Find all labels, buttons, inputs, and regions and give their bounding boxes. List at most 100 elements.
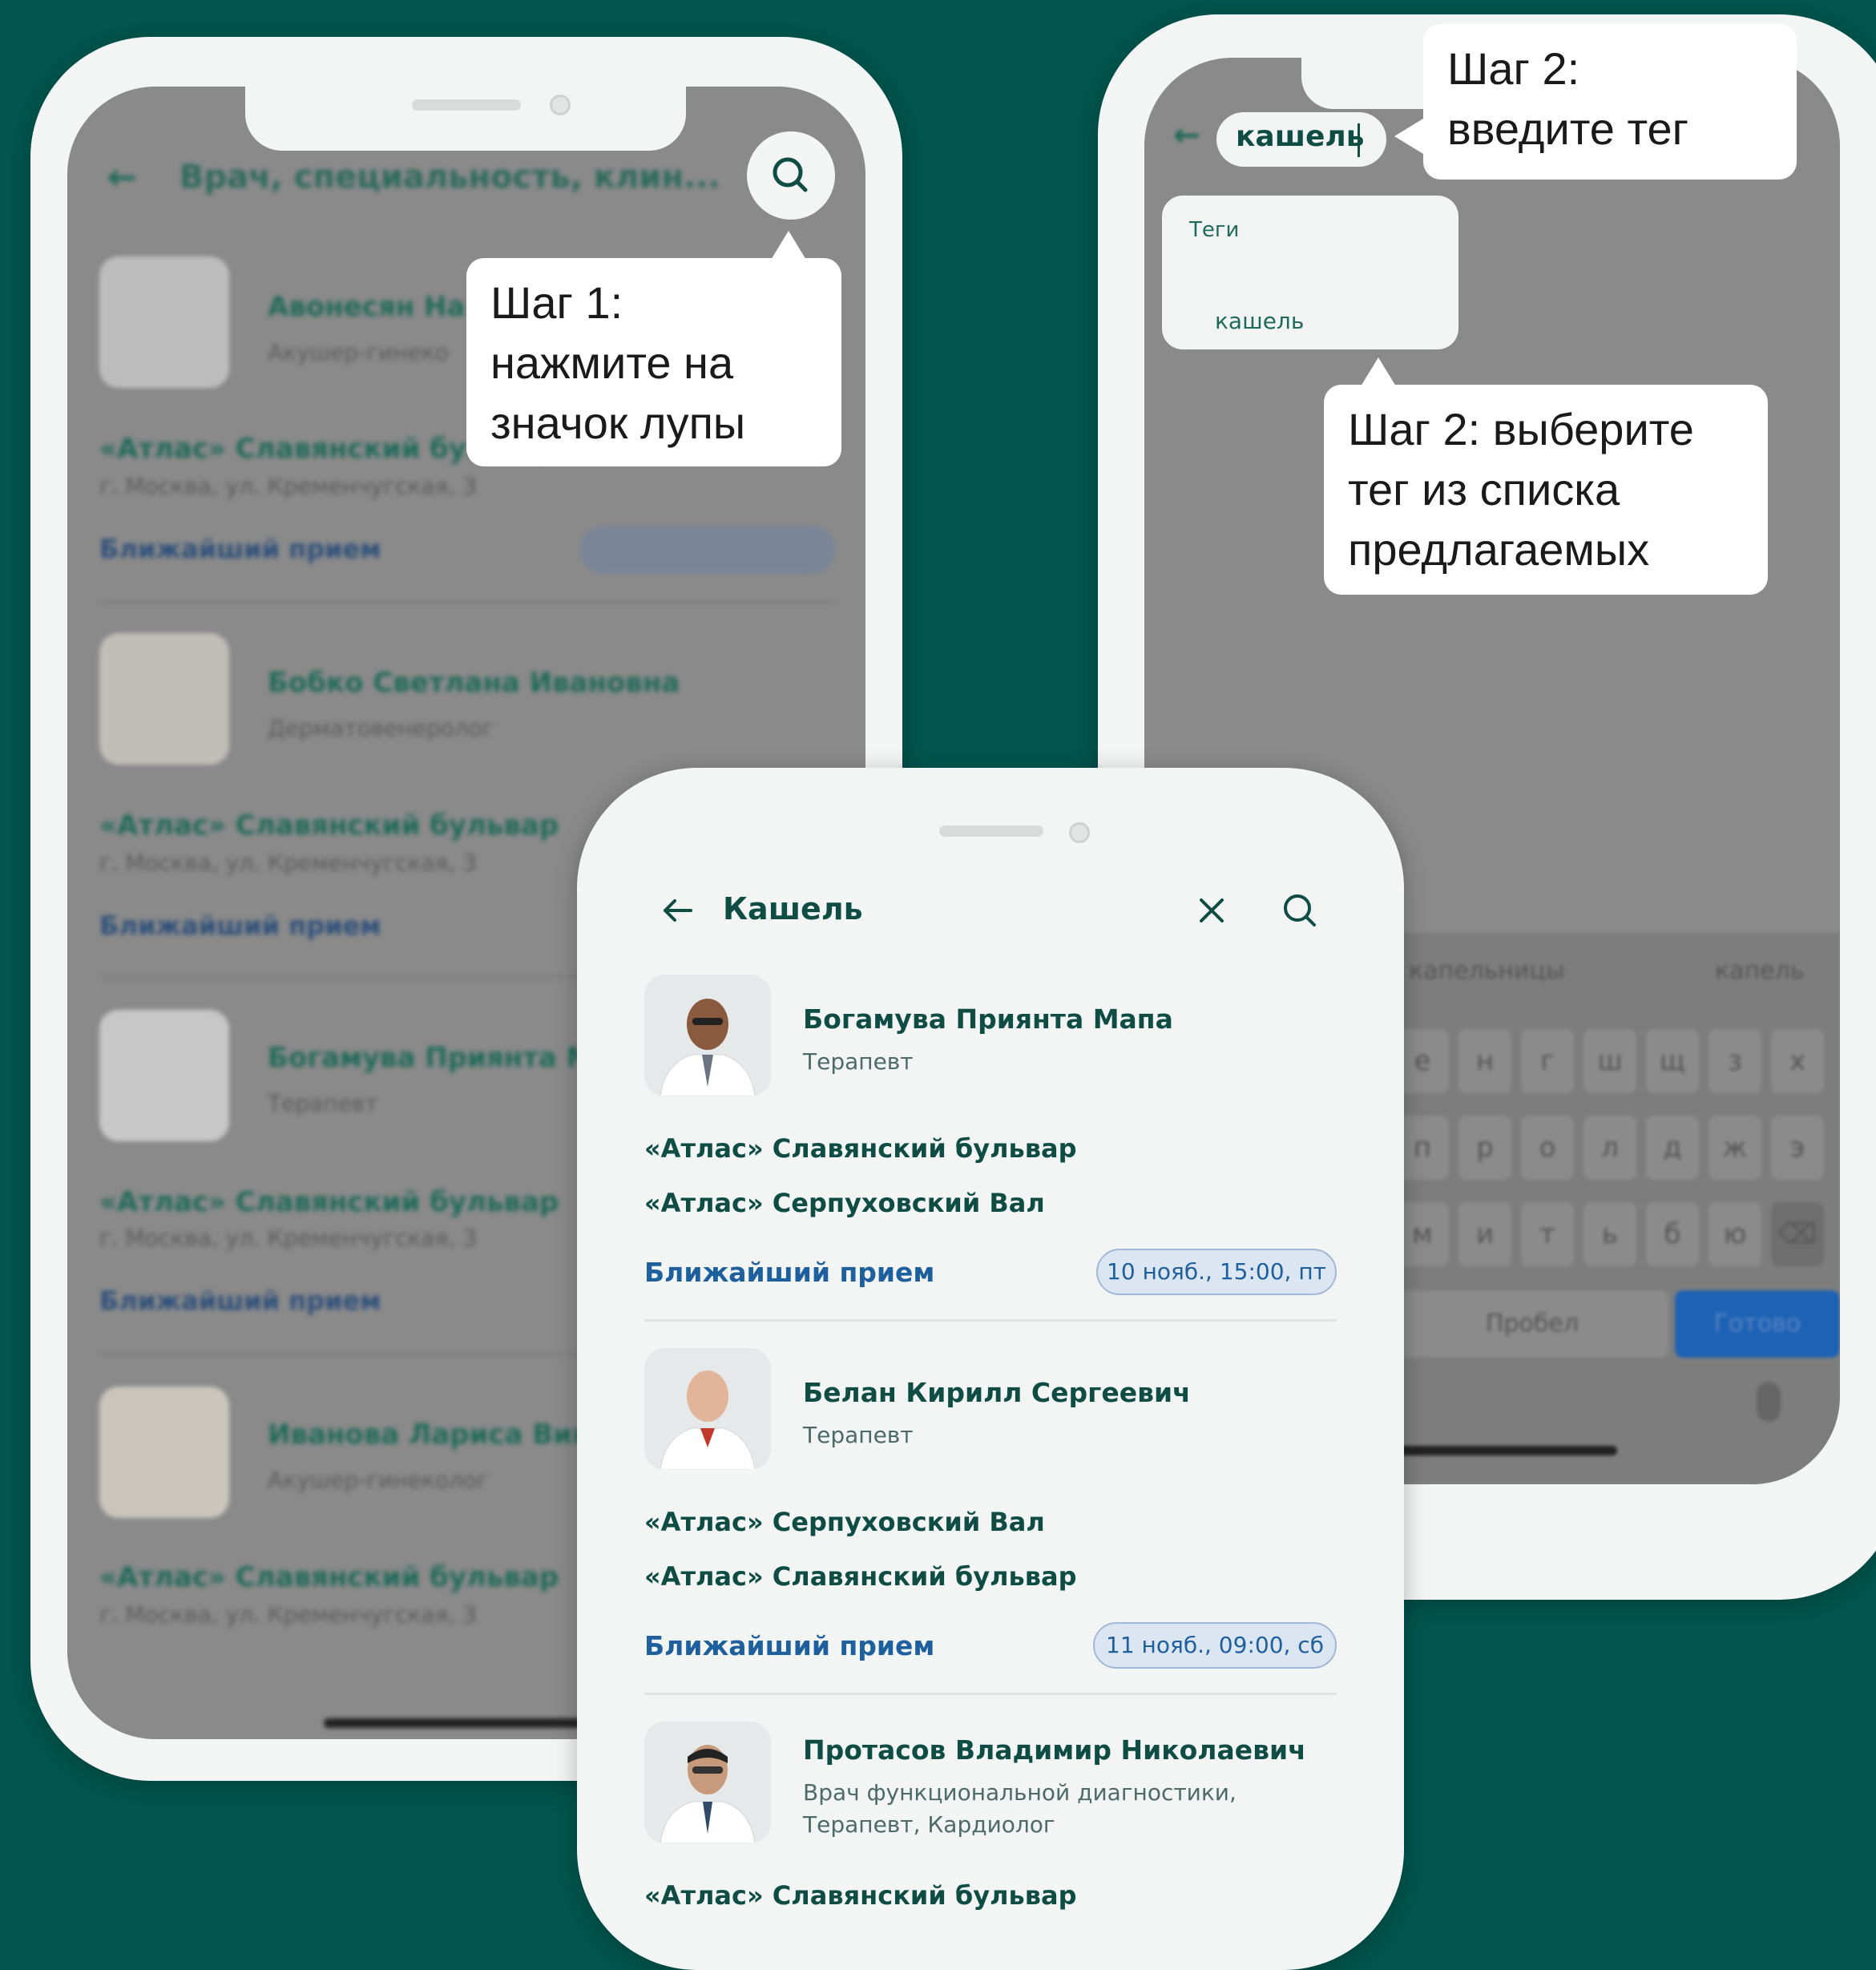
key[interactable]: ж [1709, 1116, 1761, 1180]
text-cursor [1358, 123, 1360, 157]
key[interactable]: х [1771, 1029, 1824, 1093]
front-phone-camera [1069, 822, 1090, 843]
tooltip-step2-select-text: Шаг 2: выберите тег из списка предлагаем… [1348, 404, 1694, 575]
space-key[interactable]: Пробел [1396, 1290, 1668, 1358]
clinic-name[interactable]: «Атлас» Серпуховский Вал [644, 1188, 1045, 1218]
done-key[interactable]: Готово [1675, 1290, 1840, 1358]
clear-button[interactable] [1188, 886, 1236, 935]
key[interactable]: л [1584, 1116, 1636, 1180]
left-phone-camera [550, 95, 571, 115]
doctor-name: Бобко Светлана Ивановна [268, 667, 680, 699]
tag-suggestions: Теги кашель [1162, 196, 1458, 349]
nearest-label: Ближайший прием [99, 534, 381, 564]
search-placeholder[interactable]: Врач, специальность, клин... [180, 159, 720, 196]
doctor-name[interactable]: Протасов Владимир Николаевич [803, 1734, 1306, 1766]
search-icon [1284, 894, 1316, 926]
search-input[interactable]: кашель [1216, 112, 1386, 167]
doctor-specialty: Терапевт [803, 1048, 914, 1075]
doctor-name: Иванова Лариса Вик [268, 1419, 591, 1451]
bubble-tail [771, 231, 806, 260]
left-phone-speaker [412, 99, 521, 111]
avatar [99, 1010, 229, 1141]
doctor-spec: Акушер-гинеко [268, 339, 449, 365]
clinic-name[interactable]: «Атлас» Серпуховский Вал [644, 1507, 1045, 1537]
suggestion-item[interactable]: кашель [1215, 308, 1304, 334]
home-indicator [1385, 1446, 1617, 1455]
key[interactable]: г [1521, 1029, 1574, 1093]
key[interactable]: ш [1584, 1029, 1636, 1093]
appointment-slot[interactable]: 10 нояб., 15:00, пт [1096, 1249, 1337, 1295]
bubble-tail [1361, 357, 1396, 386]
suggestions-header: Теги [1189, 218, 1240, 242]
appointment-slot[interactable]: 11 нояб., 09:00, сб [1093, 1622, 1337, 1669]
divider [644, 1693, 1337, 1695]
search-input-value: кашель [1236, 120, 1365, 153]
front-phone-screen: Кашель Богамува Приянта Мапа Терапевт «А… [627, 817, 1354, 1940]
backspace-key[interactable]: ⌫ [1771, 1202, 1824, 1266]
clinic-address: г. Москва, ул. Кременчугская, 3 [99, 1601, 478, 1628]
search-button[interactable] [1276, 886, 1324, 935]
back-button[interactable] [654, 886, 702, 935]
clinic-name: «Атлас» Славянский бульвар [99, 1186, 559, 1218]
bubble-tail [1394, 119, 1423, 154]
key[interactable]: о [1521, 1116, 1574, 1180]
key[interactable]: б [1646, 1202, 1699, 1266]
clinic-name[interactable]: «Атлас» Славянский бульвар [644, 1880, 1077, 1911]
doctor-specialty: Терапевт, Кардиолог [803, 1811, 1055, 1838]
doctor-spec: Терапевт [268, 1090, 378, 1116]
home-indicator [324, 1718, 609, 1728]
key[interactable]: ь [1584, 1202, 1636, 1266]
avatar [99, 256, 229, 388]
divider [99, 601, 835, 604]
clinic-name: «Атлас» Славянский бульвар [99, 1561, 559, 1593]
key[interactable]: н [1458, 1029, 1511, 1093]
back-arrow-icon [664, 899, 692, 922]
nearest-appointment-label: Ближайший прием [644, 1630, 935, 1661]
key[interactable]: д [1646, 1116, 1699, 1180]
left-phone-notch [245, 74, 686, 151]
key[interactable]: щ [1646, 1029, 1699, 1093]
key[interactable]: т [1521, 1202, 1574, 1266]
key[interactable]: э [1771, 1116, 1824, 1180]
keyboard-suggestion[interactable]: капельницы [1409, 957, 1565, 985]
search-icon [773, 157, 808, 192]
doctor-spec: Акушер-гинеколог [268, 1467, 489, 1493]
divider [644, 1319, 1337, 1322]
clinic-address: г. Москва, ул. Кременчугская, 3 [99, 850, 478, 876]
nearest-appointment-label: Ближайший прием [644, 1257, 935, 1288]
front-phone-speaker [939, 826, 1043, 837]
avatar [99, 633, 229, 765]
doctor-photo [644, 1722, 771, 1843]
keyboard-row-1: е н г ш щ з х [1396, 1029, 1840, 1101]
clinic-name[interactable]: «Атлас» Славянский бульвар [644, 1133, 1077, 1164]
tooltip-step2-input-text: Шаг 2: введите тег [1447, 43, 1689, 154]
doctor-name[interactable]: Белан Кирилл Сергеевич [803, 1377, 1191, 1408]
search-button[interactable] [747, 131, 835, 220]
microphone-icon[interactable] [1757, 1382, 1781, 1422]
key[interactable]: и [1458, 1202, 1511, 1266]
slot-badge[interactable] [580, 526, 835, 574]
clinic-address: г. Москва, ул. Кременчугская, 3 [99, 1225, 478, 1251]
key[interactable]: р [1458, 1116, 1511, 1180]
tooltip-step2-input: Шаг 2: введите тег [1423, 24, 1797, 180]
doctor-specialty: Терапевт [803, 1422, 914, 1448]
doctor-name[interactable]: Богамува Приянта Мапа [803, 1003, 1173, 1035]
doctor-name: Авонесян На [268, 291, 466, 323]
front-phone-notch [790, 801, 1191, 875]
key[interactable]: ю [1709, 1202, 1761, 1266]
doctor-photo [644, 975, 771, 1096]
doctor-spec: Дерматовенеролог [268, 715, 494, 741]
clinic-name[interactable]: «Атлас» Славянский бульвар [644, 1561, 1077, 1592]
nearest-label: Ближайший прием [99, 910, 381, 941]
keyboard-row-2: п р о л д ж э [1396, 1116, 1840, 1188]
tooltip-step2-select: Шаг 2: выберите тег из списка предлагаем… [1324, 385, 1768, 595]
tooltip-step1: Шаг 1: нажмите на значок лупы [466, 258, 841, 466]
key[interactable]: з [1709, 1029, 1761, 1093]
clinic-address: г. Москва, ул. Кременчугская, 3 [99, 473, 478, 499]
page-title: Кашель [723, 891, 863, 926]
close-icon [1200, 898, 1224, 922]
doctor-name: Богамува Приянта М [268, 1042, 594, 1074]
back-arrow-icon[interactable]: ← [1173, 117, 1200, 154]
keyboard-suggestion[interactable]: капель [1715, 957, 1804, 985]
back-arrow-icon[interactable]: ← [107, 157, 137, 198]
